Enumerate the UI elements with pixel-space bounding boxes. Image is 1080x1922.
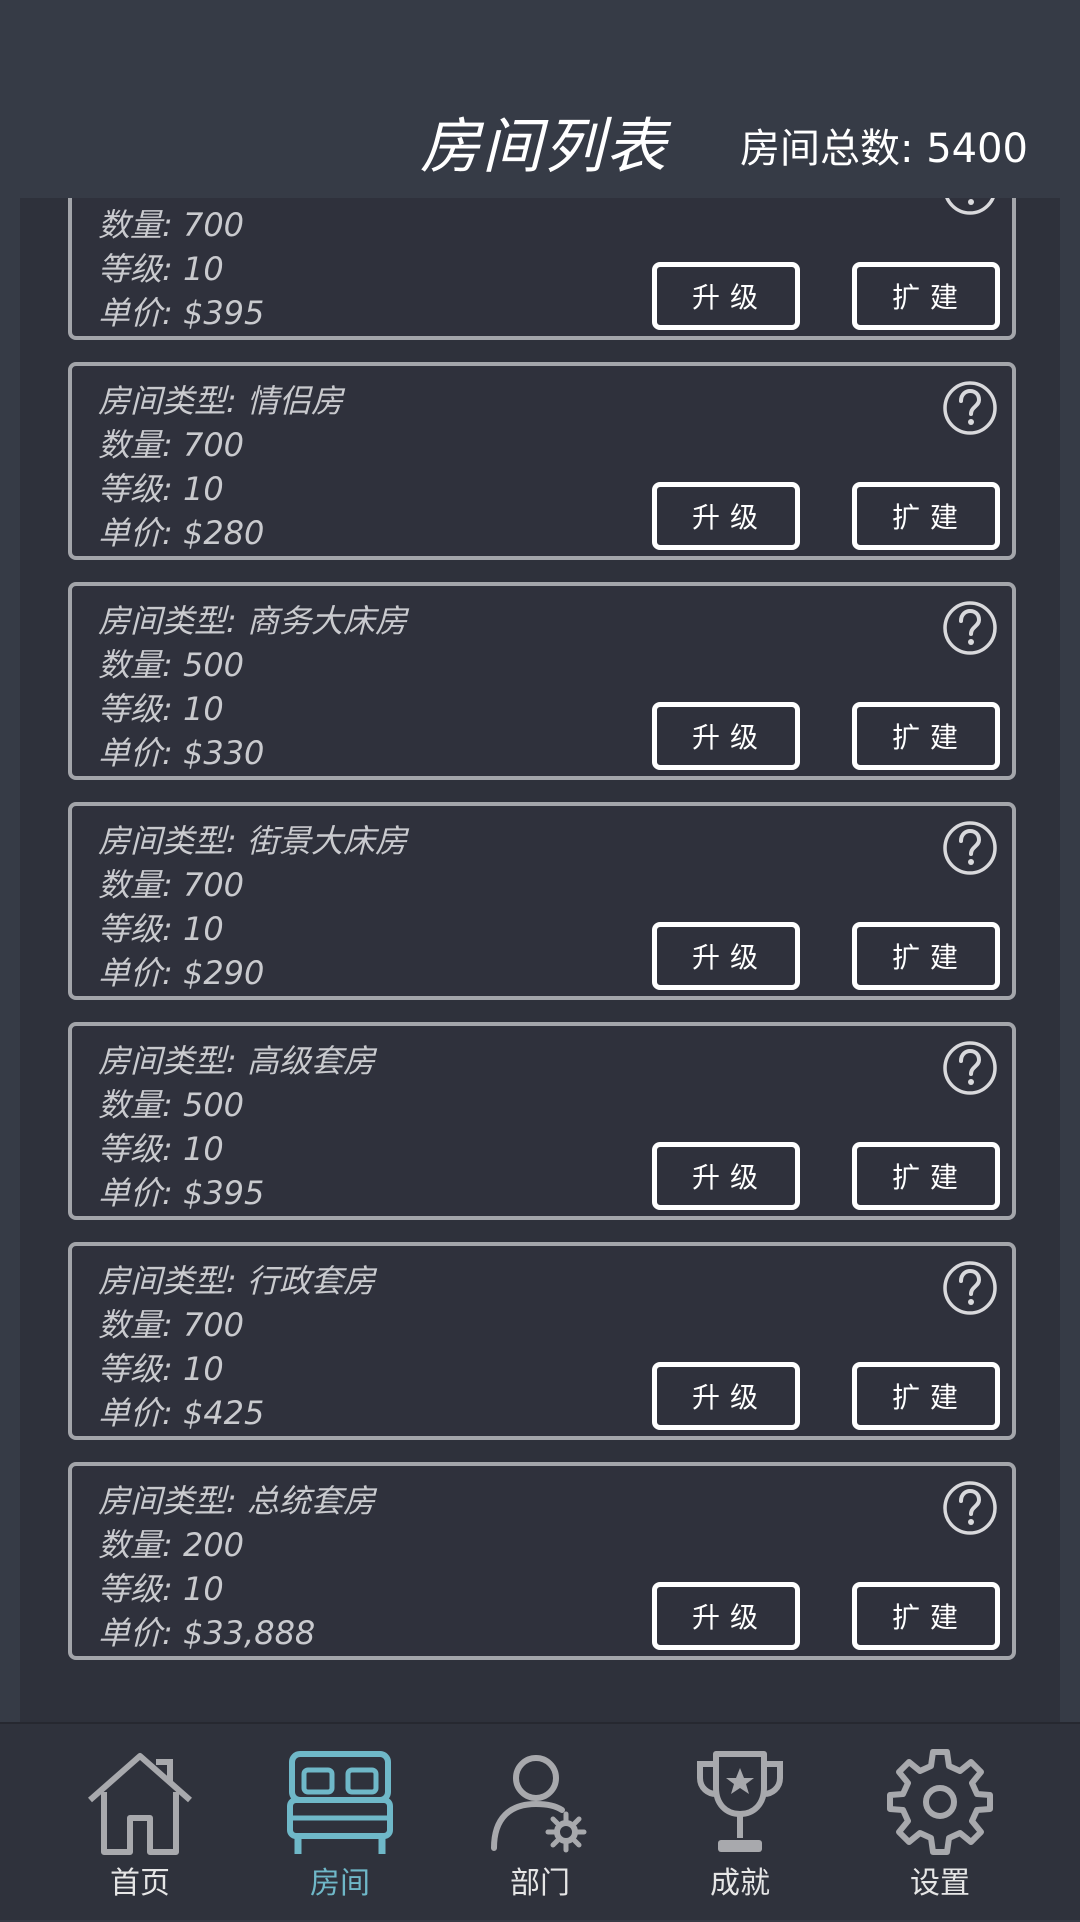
room-card: 房间类型: 情侣房 数量: 700 等级: 10 单价: $280 升级 扩建	[68, 362, 1016, 560]
room-level: 等级: 10	[98, 1570, 224, 1608]
room-total-count: 房间总数: 5400	[740, 126, 1028, 172]
room-level: 等级: 10	[98, 470, 224, 508]
room-level: 等级: 10	[98, 1130, 224, 1168]
tab-achievements[interactable]: 成就	[660, 1724, 820, 1922]
room-price: 单价: $395	[98, 1174, 265, 1212]
room-type: 房间类型: 街景大床房	[98, 822, 407, 860]
room-card: 房间类型: 标准大床房数量: 700等级: 10单价: $395升级扩建	[68, 198, 1016, 340]
room-count: 数量: 200	[98, 1526, 245, 1564]
upgrade-button[interactable]: 升级	[652, 1582, 800, 1650]
room-price: 单价: $330	[98, 734, 265, 772]
expand-button[interactable]: 扩建	[852, 482, 1000, 550]
room-level: 等级: 10	[98, 250, 224, 288]
room-type: 房间类型: 高级套房	[98, 1042, 375, 1080]
help-icon[interactable]	[942, 1040, 998, 1096]
help-icon[interactable]	[942, 820, 998, 876]
room-level: 等级: 10	[98, 690, 224, 728]
help-icon[interactable]	[942, 198, 998, 216]
room-price: 单价: $280	[98, 514, 265, 552]
expand-button[interactable]: 扩建	[852, 922, 1000, 990]
room-count: 数量: 700	[98, 426, 245, 464]
room-count: 数量: 700	[98, 1306, 245, 1344]
tab-home[interactable]: 首页	[60, 1724, 220, 1922]
room-card: 房间类型: 高级套房 数量: 500 等级: 10 单价: $395 升级 扩建	[68, 1022, 1016, 1220]
upgrade-button[interactable]: 升级	[652, 482, 800, 550]
expand-button[interactable]: 扩建	[852, 1582, 1000, 1650]
department-icon	[491, 1755, 587, 1853]
expand-button[interactable]: 扩建	[852, 1142, 1000, 1210]
tab-department[interactable]: 部门	[460, 1724, 620, 1922]
room-type: 房间类型: 商务大床房	[98, 602, 407, 640]
expand-button[interactable]: 扩建	[852, 702, 1000, 770]
room-type: 房间类型: 总统套房	[98, 1482, 375, 1520]
room-price: 单价: $425	[98, 1394, 265, 1432]
upgrade-button[interactable]: 升级	[652, 262, 800, 330]
tab-settings-label: 设置	[910, 1866, 970, 1901]
trophy-icon	[697, 1751, 783, 1852]
header: 房间列表 房间总数: 5400	[0, 0, 1080, 198]
room-count: 数量: 500	[98, 646, 245, 684]
upgrade-button[interactable]: 升级	[652, 1362, 800, 1430]
upgrade-button[interactable]: 升级	[652, 922, 800, 990]
room-price: 单价: $395	[98, 294, 265, 332]
gear-icon	[887, 1749, 993, 1855]
room-card: 房间类型: 行政套房 数量: 700 等级: 10 单价: $425 升级 扩建	[68, 1242, 1016, 1440]
room-list-panel[interactable]: 房间类型: 标准大床房数量: 700等级: 10单价: $395升级扩建房间类型…	[20, 198, 1060, 1722]
room-type: 房间类型: 情侣房	[98, 382, 343, 420]
help-icon[interactable]	[942, 1260, 998, 1316]
expand-button[interactable]: 扩建	[852, 1362, 1000, 1430]
tab-home-label: 首页	[110, 1866, 170, 1901]
help-icon[interactable]	[942, 380, 998, 436]
tab-rooms[interactable]: 房间	[260, 1724, 420, 1922]
room-price: 单价: $290	[98, 954, 265, 992]
room-count: 数量: 700	[98, 866, 245, 904]
room-card: 房间类型: 商务大床房 数量: 500 等级: 10 单价: $330 升级 扩建	[68, 582, 1016, 780]
room-type: 房间类型: 行政套房	[98, 1262, 375, 1300]
room-card: 房间类型: 街景大床房 数量: 700 等级: 10 单价: $290 升级 扩建	[68, 802, 1016, 1000]
help-icon[interactable]	[942, 600, 998, 656]
room-level: 等级: 10	[98, 1350, 224, 1388]
upgrade-button[interactable]: 升级	[652, 1142, 800, 1210]
home-icon	[88, 1753, 192, 1855]
tab-department-label: 部门	[510, 1866, 570, 1901]
tab-achievements-label: 成就	[710, 1866, 770, 1901]
room-count: 数量: 500	[98, 1086, 245, 1124]
help-icon[interactable]	[942, 1480, 998, 1536]
expand-button[interactable]: 扩建	[852, 262, 1000, 330]
bottom-tab-bar: 首页 房间 部门 成就 设置	[0, 1722, 1080, 1920]
room-price: 单价: $33,888	[98, 1614, 316, 1652]
bed-icon	[287, 1751, 393, 1854]
room-level: 等级: 10	[98, 910, 224, 948]
page-title: 房间列表	[420, 112, 668, 182]
upgrade-button[interactable]: 升级	[652, 702, 800, 770]
tab-settings[interactable]: 设置	[860, 1724, 1020, 1922]
room-count: 数量: 700	[98, 206, 245, 244]
room-card: 房间类型: 总统套房 数量: 200 等级: 10 单价: $33,888 升级 扩建	[68, 1462, 1016, 1660]
tab-rooms-label: 房间	[310, 1866, 370, 1901]
